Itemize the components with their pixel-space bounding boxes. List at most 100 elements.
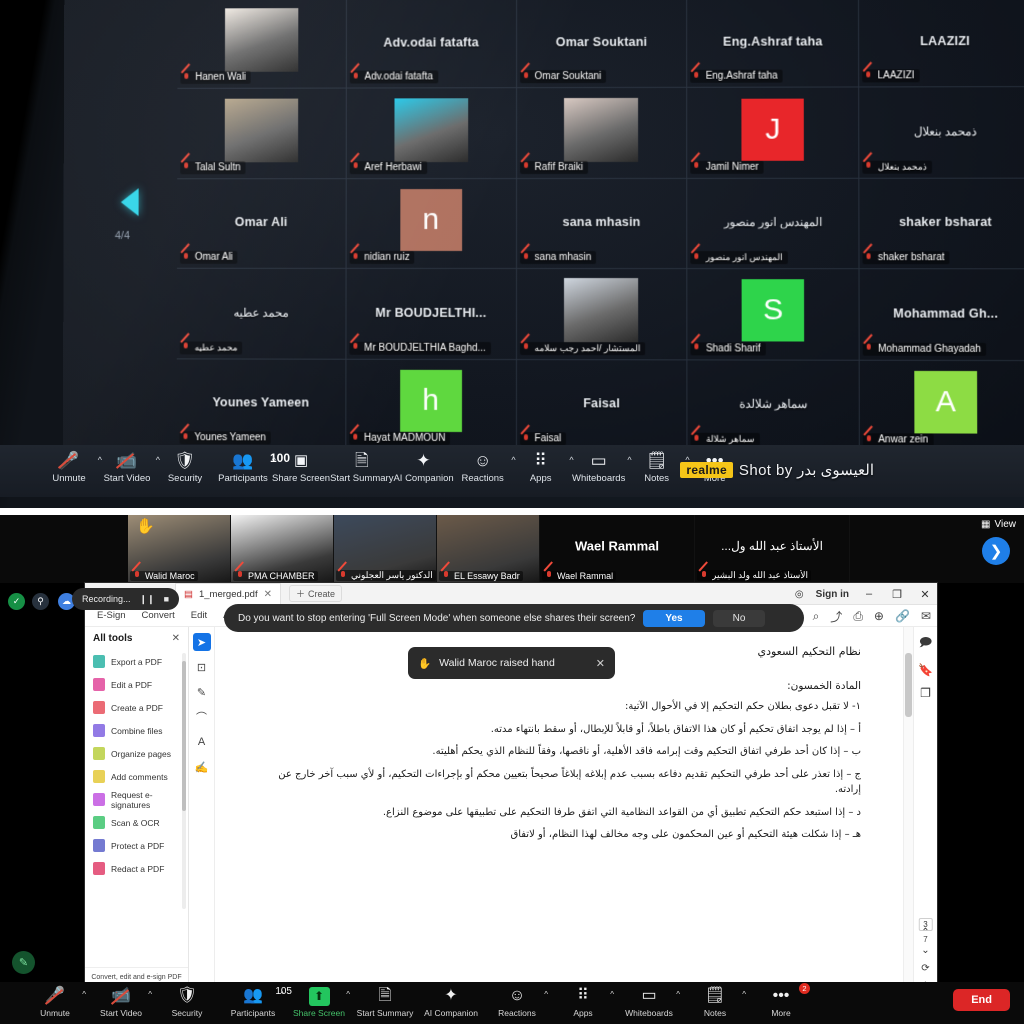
toolbar-item-reactions[interactable]: ☺ ^ Reactions — [454, 445, 516, 485]
tool-item[interactable]: Export a PDF — [89, 650, 188, 673]
participant-tile[interactable]: Mohammad Gh... Mohammad Ghayadah — [859, 269, 1024, 361]
document-scrollbar-thumb[interactable] — [905, 653, 912, 717]
filmstrip-tile[interactable]: الدكتور ياسر العجلوني — [334, 515, 437, 583]
participant-tile[interactable]: sana mhasin sana mhasin — [516, 178, 688, 270]
tool-item[interactable]: Edit a PDF — [89, 673, 188, 696]
participant-tile[interactable]: Rafif Braiki — [516, 88, 688, 179]
chevron-up-icon[interactable]: ^ — [544, 990, 548, 999]
toolbar-item-more[interactable]: ••• 2 More — [748, 982, 814, 1018]
fullscreen-no-button[interactable]: No — [712, 609, 766, 627]
chevron-down-icon[interactable]: ⌄ — [921, 945, 929, 956]
chevron-up-icon[interactable]: ^ — [82, 990, 86, 999]
participant-tile[interactable]: Hanen Wali — [177, 0, 347, 90]
toolbar-item-security[interactable]: 🛡 Security — [154, 982, 220, 1019]
participant-tile[interactable]: n nidian ruiz — [346, 178, 517, 270]
fullscreen-mode-prompt[interactable]: Do you want to stop entering 'Full Scree… — [224, 604, 804, 632]
participant-tile[interactable]: سماهر شلالدة سماهر شلالة — [687, 359, 861, 452]
draw-icon[interactable]: ✎ — [193, 683, 211, 701]
link-icon[interactable]: 🔗 — [895, 609, 910, 623]
tool-item[interactable]: Combine files — [89, 719, 188, 742]
participant-tile[interactable]: Younes Yameen Younes Yameen — [176, 358, 347, 450]
rotate-icon[interactable]: ⟳ — [921, 963, 929, 974]
filmstrip-tile[interactable]: ✋ Walid Maroc — [128, 515, 231, 583]
maximize-button[interactable]: ❐ — [889, 588, 905, 601]
participant-tile[interactable]: A Anwar zein — [859, 360, 1024, 452]
toolbar-item-security[interactable]: 🛡 Security — [156, 445, 214, 485]
zoom-toolbar-bottom[interactable]: End 🎤^Unmute📹^Start Video🛡Security👥105^P… — [0, 982, 1024, 1024]
tool-item[interactable]: Request e-signatures — [89, 788, 188, 811]
chevron-up-icon[interactable]: ^ — [346, 990, 350, 999]
close-sidebar-icon[interactable]: ✕ — [172, 633, 180, 644]
participant-tile[interactable]: المهندس انور منصور المهندس انور منصور — [687, 178, 860, 270]
participant-tile[interactable]: h Hayat MADMOUN — [346, 359, 517, 451]
filmstrip-tile[interactable]: EL Essawy Badr — [437, 515, 540, 583]
stop-icon[interactable]: ■ — [164, 594, 169, 604]
prev-page-arrow-icon[interactable] — [120, 188, 139, 217]
print-icon[interactable]: ⎙ — [853, 609, 863, 624]
pause-icon[interactable]: ❙❙ — [140, 594, 155, 605]
toolbar-item-reactions[interactable]: ☺ ^ Reactions — [484, 982, 550, 1019]
highlight-icon[interactable]: ⌒ — [193, 708, 211, 726]
toolbar-item-whiteboards[interactable]: ▭ ^ Whiteboards — [570, 445, 632, 485]
participant-tile[interactable]: Omar Ali Omar Ali — [176, 178, 347, 270]
fullscreen-yes-button[interactable]: Yes — [643, 609, 705, 627]
recording-indicator[interactable]: Recording... ❙❙ ■ — [72, 588, 180, 610]
close-window-button[interactable]: ✕ — [917, 588, 933, 601]
acrobat-document-tab[interactable]: ▤ 1_merged.pdf ✕ — [175, 583, 281, 605]
participant-tile[interactable]: المستشار /أحمد رجب سلامه — [516, 269, 688, 360]
close-tab-icon[interactable]: ✕ — [264, 589, 272, 600]
acrobat-right-rail[interactable]: 🗩 🔖 ❐ 3 7 ⌃ ⌄ ⟳ ✥ — [913, 627, 937, 996]
toolbar-item-apps[interactable]: ⠿ ^ Apps — [550, 982, 616, 1019]
select-tool-icon[interactable]: ➤ — [192, 633, 211, 651]
participant-tile[interactable]: Eng.Ashraf taha Eng.Ashraf taha — [687, 0, 860, 89]
tool-item[interactable]: Scan & OCR — [89, 811, 188, 834]
toolbar-item-share-screen[interactable]: ▣ Share Screen — [272, 445, 330, 485]
pdf-document-view[interactable]: نظام التحكيم السعودي المادة الخمسون: ١- … — [215, 627, 913, 996]
mail-icon[interactable]: ✉ — [921, 609, 931, 623]
next-page-button[interactable]: ❯ — [982, 537, 1010, 565]
text-comment-icon[interactable]: A — [193, 733, 211, 751]
toolbar-item-participants[interactable]: 👥 100 ^ Participants — [214, 445, 290, 484]
participant-tile[interactable]: Talal Sultn — [177, 88, 347, 180]
tool-list[interactable]: Export a PDF Edit a PDF Create a PDF Combin… — [85, 648, 188, 880]
participant-tile[interactable]: Faisal Faisal — [516, 359, 688, 451]
filmstrip-tile[interactable]: الأستاذ عبد الله ول... الأستاذ عبد الله و… — [695, 515, 850, 583]
help-circle-icon[interactable]: ◎ — [795, 589, 804, 600]
share-icon[interactable]: ⤴ — [830, 608, 842, 625]
toolbar-item-start-summary[interactable]: 🗎 Start Summary — [352, 982, 418, 1019]
minimize-button[interactable]: – — [861, 588, 877, 600]
annotation-pen-badge[interactable]: ✎ — [12, 951, 35, 974]
participant-tile[interactable]: Adv.odai fatafta Adv.odai fatafta — [346, 0, 517, 89]
sidebar-scrollbar-thumb[interactable] — [182, 661, 186, 811]
toolbar-item-start-video[interactable]: 📹^Start Video — [98, 445, 160, 485]
search-icon[interactable]: ⌕ — [813, 609, 820, 624]
chevron-up-icon[interactable]: ^ — [280, 990, 284, 999]
tool-item[interactable]: Add comments — [89, 765, 188, 788]
menu-convert[interactable]: Convert — [142, 610, 175, 621]
toolbar-item-start-video[interactable]: 📹^Start Video — [88, 982, 154, 1019]
toolbar-item-ai-companion[interactable]: ✦ AI Companion — [418, 982, 484, 1019]
menu-edit[interactable]: Edit — [191, 610, 207, 621]
participant-tile[interactable]: shaker bsharat shaker bsharat — [859, 178, 1024, 270]
vertical-tool-strip[interactable]: ➤ ⊡ ✎ ⌒ A ✍ — [189, 627, 215, 996]
toolbar-item-share-screen[interactable]: ⬆ ^ Share Screen — [286, 982, 352, 1018]
filmstrip-tile[interactable]: Wael Rammal Wael Rammal — [540, 515, 695, 583]
document-scrollbar-track[interactable] — [903, 627, 913, 996]
end-meeting-button[interactable]: End — [953, 989, 1010, 1011]
toolbar-item-participants[interactable]: 👥 105 ^ Participants — [220, 982, 292, 1018]
participant-tile[interactable]: محمد عطيه محمد عطيه — [176, 268, 347, 360]
toolbar-item-apps[interactable]: ⠿ ^ Apps — [512, 445, 574, 485]
chevron-up-icon[interactable]: ^ — [676, 990, 680, 999]
sign-in-link[interactable]: Sign in — [816, 589, 849, 600]
toolbar-item-unmute[interactable]: 🎤^Unmute — [22, 982, 88, 1019]
add-text-box-icon[interactable]: ⊡ — [193, 658, 211, 676]
toolbar-item-unmute[interactable]: 🎤^Unmute — [40, 445, 102, 485]
participant-tile[interactable]: S Shadi Sharif — [687, 269, 860, 361]
bookmark-icon[interactable]: 🔖 — [918, 663, 933, 677]
toolbar-item-notes[interactable]: 🗒 ^ Notes — [628, 445, 689, 485]
menu-e-sign[interactable]: E-Sign — [97, 610, 126, 621]
tool-item[interactable]: Create a PDF — [89, 696, 188, 719]
chevron-up-icon[interactable]: ^ — [610, 990, 614, 999]
toolbar-item-start-summary[interactable]: 🗎 Start Summary — [330, 445, 393, 485]
chevron-up-icon[interactable]: ⌃ — [921, 927, 929, 938]
